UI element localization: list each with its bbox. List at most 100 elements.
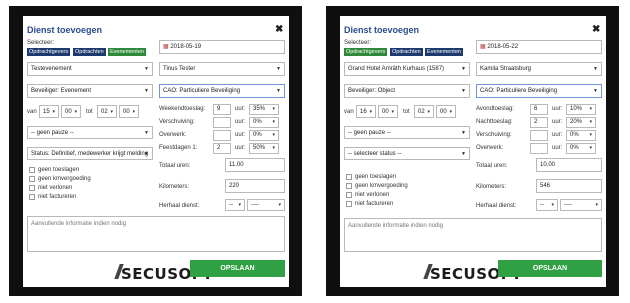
repeat-select-a[interactable]: -- ▾: [225, 199, 245, 211]
date-field[interactable]: ▦ 2018-05-22: [476, 40, 602, 54]
chevron-down-icon: ▾: [449, 109, 452, 115]
tot-hour-select[interactable]: 02 ▾: [97, 105, 117, 118]
allowance-pct-select[interactable]: 0% ▾: [249, 117, 279, 128]
function-select[interactable]: Beveiliger: Evenement ▼: [27, 84, 153, 98]
status-select[interactable]: -- selecteer status -- ▼: [344, 147, 470, 160]
tag-opdrachten[interactable]: Opdrachten: [390, 48, 423, 56]
allowance-hours-input[interactable]: 2: [530, 117, 548, 128]
chevron-down-icon: ▼: [276, 66, 281, 72]
van-minute-select[interactable]: 00 ▾: [61, 105, 81, 118]
function-select[interactable]: Beveiliger: Object ▼: [344, 84, 470, 98]
allowance-pct-select[interactable]: 35% ▾: [249, 104, 279, 115]
client-value: Testevenement: [31, 66, 72, 72]
chevron-down-icon: ▼: [593, 66, 598, 72]
notes-textarea[interactable]: Aanvullende informatie indien nodig: [27, 216, 285, 252]
allowance-label: Overwerk:: [476, 145, 504, 151]
chevron-down-icon: ▼: [144, 130, 149, 136]
date-field[interactable]: ▦ 2018-05-19: [159, 40, 285, 54]
uur-label: uur:: [235, 106, 246, 112]
tot-label: tot: [403, 109, 410, 115]
tot-minute-select[interactable]: 00 ▾: [119, 105, 139, 118]
uur-label: uur:: [552, 145, 563, 151]
total-hours-field[interactable]: 10.00: [536, 158, 602, 172]
calendar-icon: ▦: [480, 44, 486, 50]
allowance-pct-value: 20%: [570, 119, 583, 125]
allowance-hours-input[interactable]: 6: [530, 104, 548, 115]
allowance-pct-select[interactable]: 0% ▾: [249, 130, 279, 141]
checkbox-geen-toeslagen[interactable]: [29, 167, 35, 173]
van-hour-value: 16: [360, 109, 367, 115]
checkbox-niet-verlonen[interactable]: [346, 192, 352, 198]
tag-opdrachtgevers[interactable]: Opdrachtgevers: [27, 48, 71, 56]
kilometers-field[interactable]: 220: [225, 179, 285, 193]
close-icon[interactable]: ✖: [275, 24, 283, 35]
allowance-hours-input[interactable]: 9: [213, 104, 231, 115]
allowance-hours-input[interactable]: [530, 143, 548, 154]
tag-opdrachten[interactable]: Opdrachten: [73, 48, 106, 56]
tag-evenementen[interactable]: Evenementen: [425, 48, 463, 56]
van-hour-select[interactable]: 16 ▾: [356, 105, 376, 118]
tot-minute-select[interactable]: 00 ▾: [436, 105, 456, 118]
employee-select[interactable]: Tinus Tester ▼: [159, 62, 285, 76]
checkbox-geen-kmvergoeding[interactable]: [346, 183, 352, 189]
selecteer-label: Selecteer:: [27, 40, 55, 46]
chevron-down-icon: ▾: [132, 109, 135, 115]
repeat-select-b[interactable]: ---- ▾: [247, 199, 285, 211]
uur-label: uur:: [552, 106, 563, 112]
close-icon[interactable]: ✖: [592, 24, 600, 35]
van-hour-select[interactable]: 15 ▾: [39, 105, 59, 118]
status-select[interactable]: Status: Definitief, medewerker krijgt me…: [27, 147, 153, 160]
client-select[interactable]: Grand Hotel Amrâth Kurhaus (1587) ▼: [344, 62, 470, 76]
tag-evenementen[interactable]: Evenementen: [108, 48, 146, 56]
allowance-pct-select[interactable]: 0% ▾: [566, 130, 596, 141]
cao-select[interactable]: CAO: Particuliere Beveiliging ▼: [159, 84, 285, 98]
checkbox-geen-toeslagen[interactable]: [346, 174, 352, 180]
tot-hour-select[interactable]: 02 ▾: [414, 105, 434, 118]
checkbox-niet-verlonen[interactable]: [29, 185, 35, 191]
checkbox-niet-factureren[interactable]: [346, 201, 352, 207]
km-label: Kilometers:: [159, 184, 190, 190]
total-hours-field[interactable]: 11.00: [225, 158, 285, 172]
client-select[interactable]: Testevenement ▼: [27, 62, 153, 76]
status-value: -- selecteer status --: [348, 151, 402, 157]
kilometers-field[interactable]: 546: [536, 179, 602, 193]
employee-select[interactable]: Kamila Straatsburg ▼: [476, 62, 602, 76]
allowance-hours-input[interactable]: [213, 130, 231, 141]
repeat-b-value: ----: [251, 202, 259, 208]
allowance-hours-input[interactable]: 2: [213, 143, 231, 154]
allowance-pct-select[interactable]: 0% ▾: [566, 143, 596, 154]
allowance-hours-input[interactable]: [213, 117, 231, 128]
notes-textarea[interactable]: Aanvullende informatie indien nodig: [344, 218, 602, 252]
repeat-select-a[interactable]: -- ▾: [536, 199, 558, 211]
repeat-label: Herhaal dienst:: [159, 203, 200, 209]
checkbox-label: niet factureren: [355, 201, 394, 207]
tot-hour-value: 02: [418, 109, 425, 115]
tot-hour-value: 02: [101, 109, 108, 115]
checkbox-geen-kmvergoeding[interactable]: [29, 176, 35, 182]
uur-label: uur:: [235, 145, 246, 151]
allowance-pct-select[interactable]: 20% ▾: [566, 117, 596, 128]
allowance-pct-select[interactable]: 50% ▾: [249, 143, 279, 154]
pause-value: -- geen pauze --: [31, 130, 74, 136]
date-value: 2018-05-22: [487, 44, 519, 50]
cao-select[interactable]: CAO: Particuliere Beveiliging ▼: [476, 84, 602, 98]
uur-label: uur:: [235, 132, 246, 138]
allowance-label: Avondtoeslag:: [476, 106, 514, 112]
pause-select[interactable]: -- geen pauze -- ▼: [27, 126, 153, 139]
chevron-down-icon: ▾: [427, 109, 430, 115]
pause-select[interactable]: -- geen pauze -- ▼: [344, 126, 470, 139]
chevron-down-icon: ▾: [272, 132, 275, 138]
save-button[interactable]: OPSLAAN: [498, 260, 602, 277]
allowance-hours-input[interactable]: [530, 130, 548, 141]
chevron-down-icon: ▼: [593, 88, 598, 94]
save-button[interactable]: OPSLAAN: [190, 260, 285, 277]
repeat-a-value: --: [229, 202, 233, 208]
checkbox-niet-factureren[interactable]: [29, 194, 35, 200]
allowance-pct-value: 0%: [570, 145, 579, 151]
checkbox-label: geen kmvergoeding: [355, 183, 408, 189]
repeat-select-b[interactable]: ---- ▾: [560, 199, 602, 211]
allowance-pct-select[interactable]: 10% ▾: [566, 104, 596, 115]
van-minute-select[interactable]: 00 ▾: [378, 105, 398, 118]
tag-opdrachtgevers[interactable]: Opdrachtgevers: [344, 48, 388, 56]
allowance-pct-value: 35%: [253, 106, 266, 112]
